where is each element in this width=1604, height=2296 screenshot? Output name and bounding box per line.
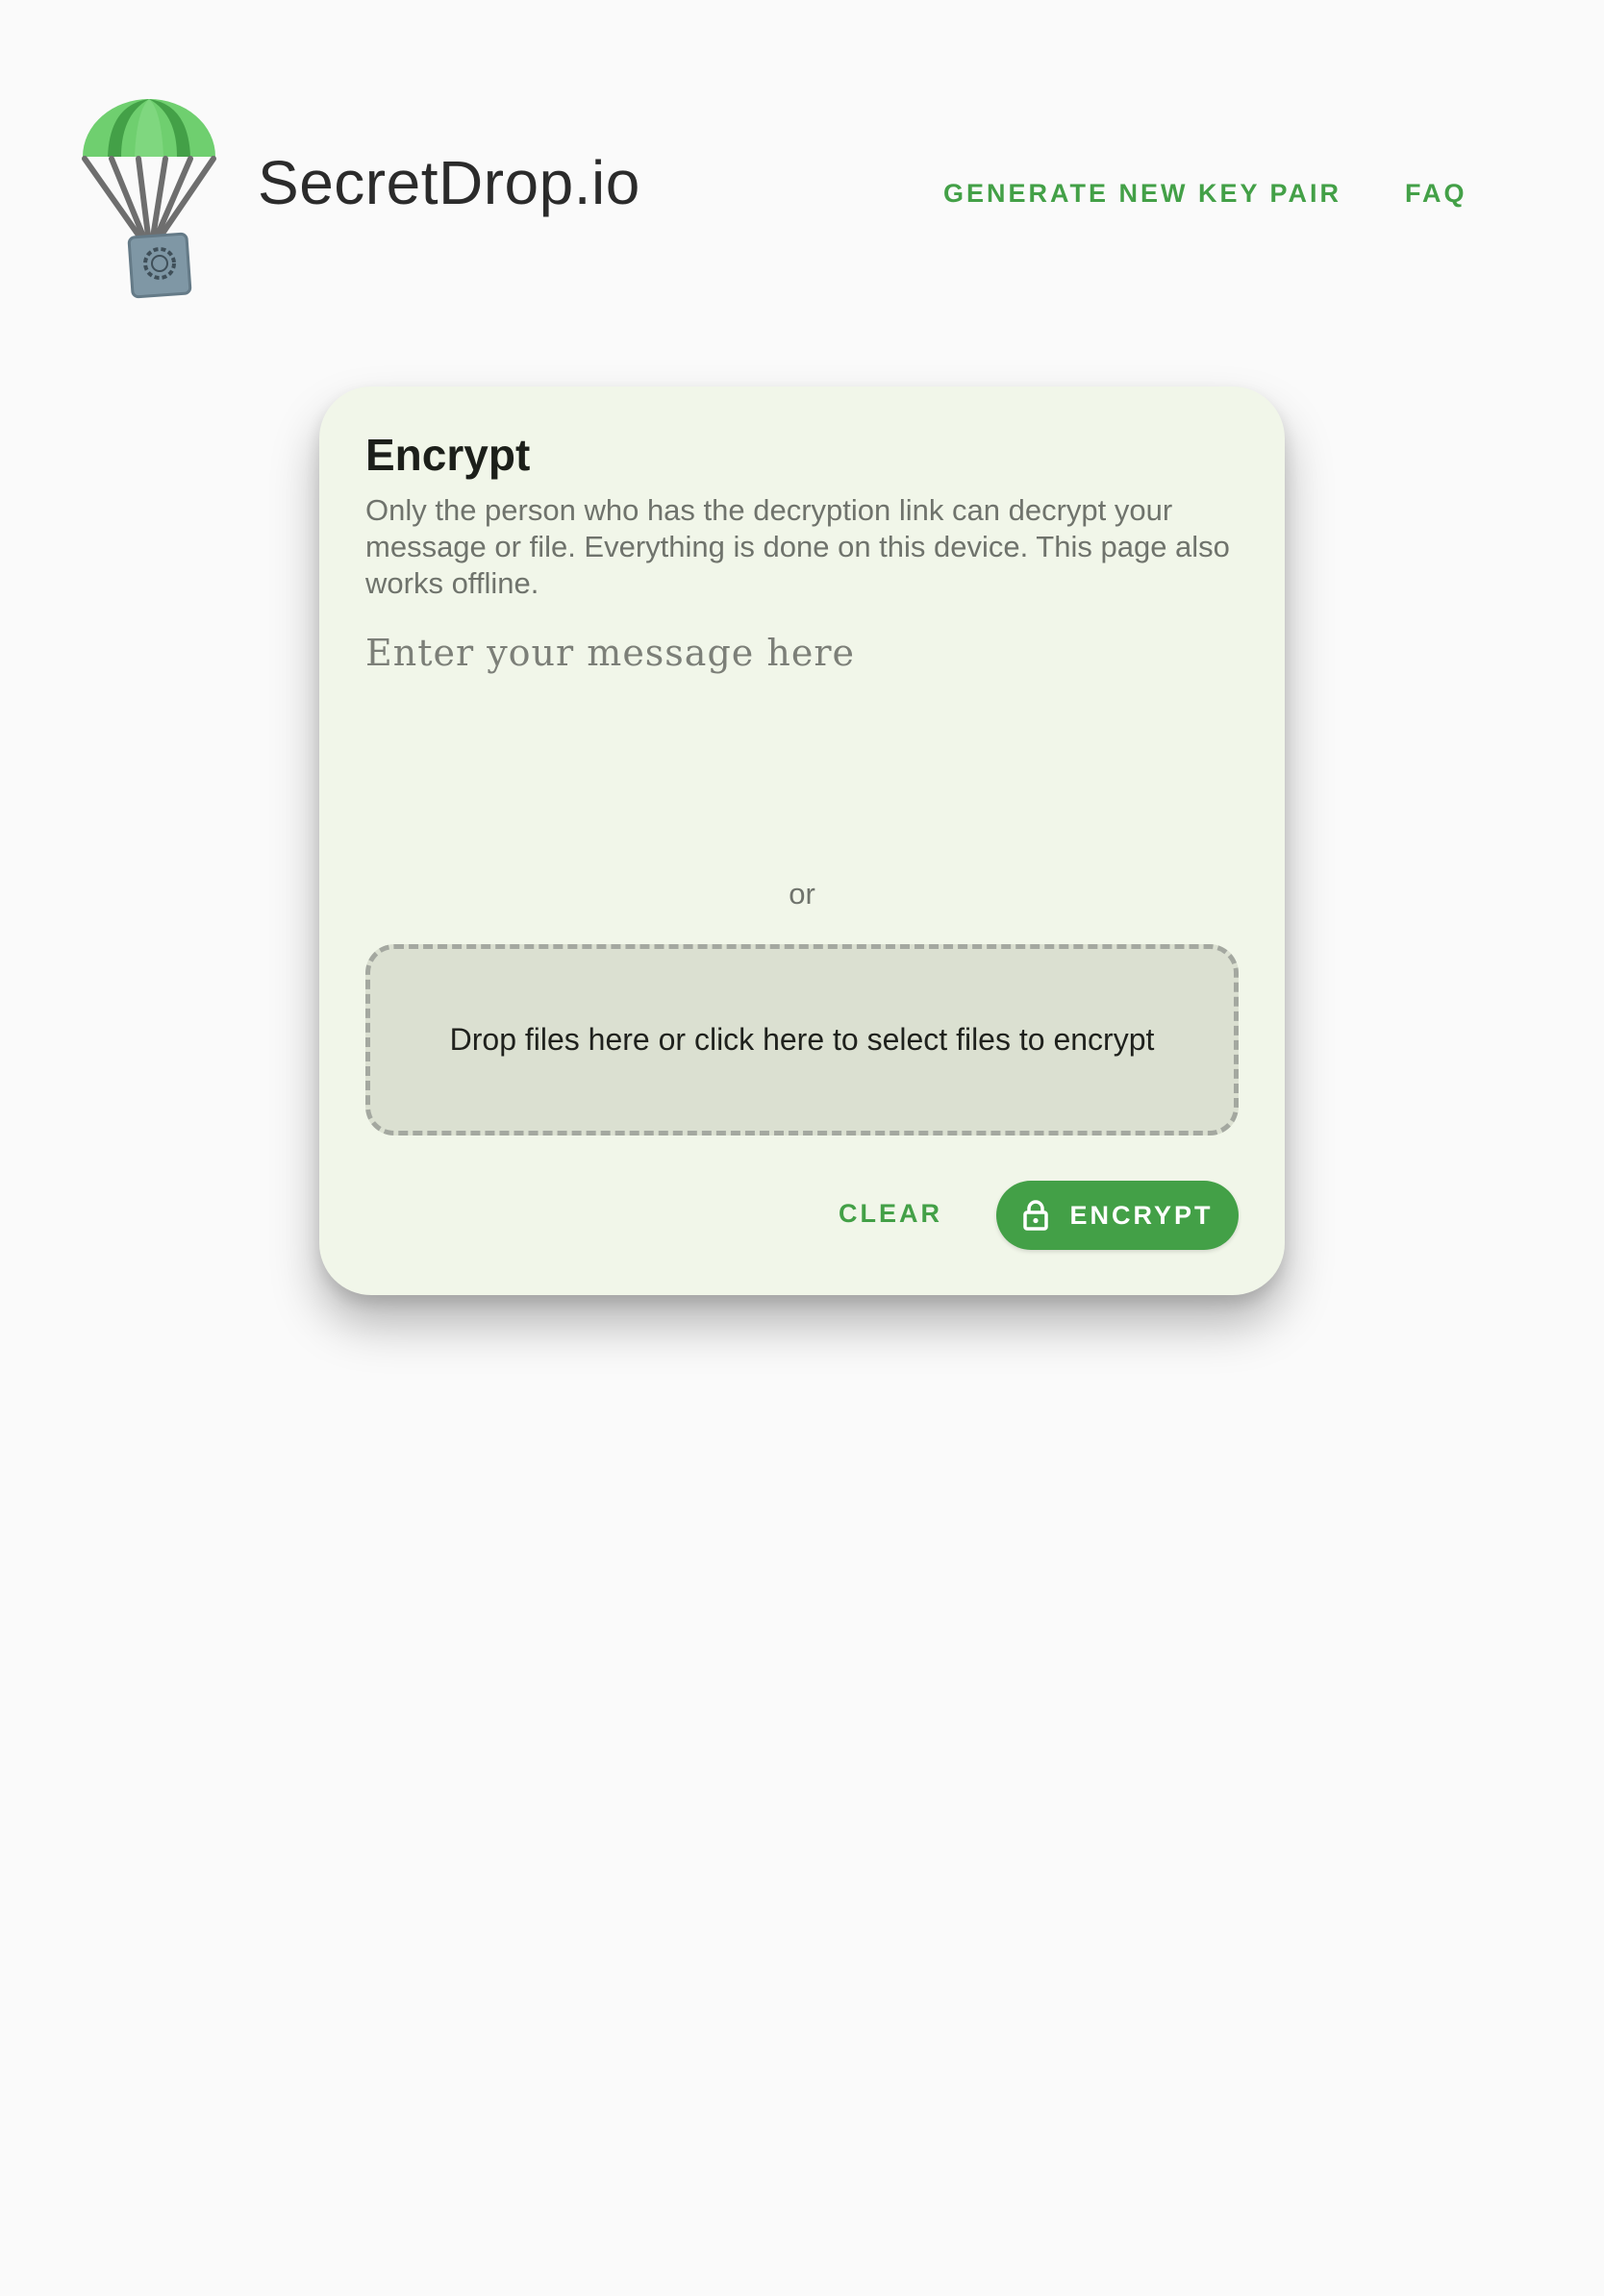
app-title: SecretDrop.io <box>258 148 640 217</box>
or-separator: or <box>789 877 815 911</box>
faq-link[interactable]: FAQ <box>1405 181 1467 207</box>
file-dropzone[interactable]: Drop files here or click here to select … <box>365 944 1239 1136</box>
parachute-safe-icon[interactable] <box>79 91 219 299</box>
lock-icon <box>1021 1199 1050 1232</box>
generate-key-pair-link[interactable]: GENERATE NEW KEY PAIR <box>943 181 1341 207</box>
card-description: Only the person who has the decryption l… <box>365 493 1230 600</box>
header: SecretDrop.io GENERATE NEW KEY PAIR FAQ <box>0 0 1604 317</box>
card-title: Encrypt <box>365 430 531 480</box>
dropzone-label: Drop files here or click here to select … <box>449 1022 1155 1057</box>
encrypt-button[interactable]: ENCRYPT <box>996 1181 1239 1250</box>
message-input[interactable] <box>365 632 1239 834</box>
encrypt-card: Encrypt Only the person who has the decr… <box>319 387 1285 1295</box>
encrypt-label: ENCRYPT <box>1069 1200 1214 1230</box>
clear-button[interactable]: CLEAR <box>839 1201 942 1227</box>
